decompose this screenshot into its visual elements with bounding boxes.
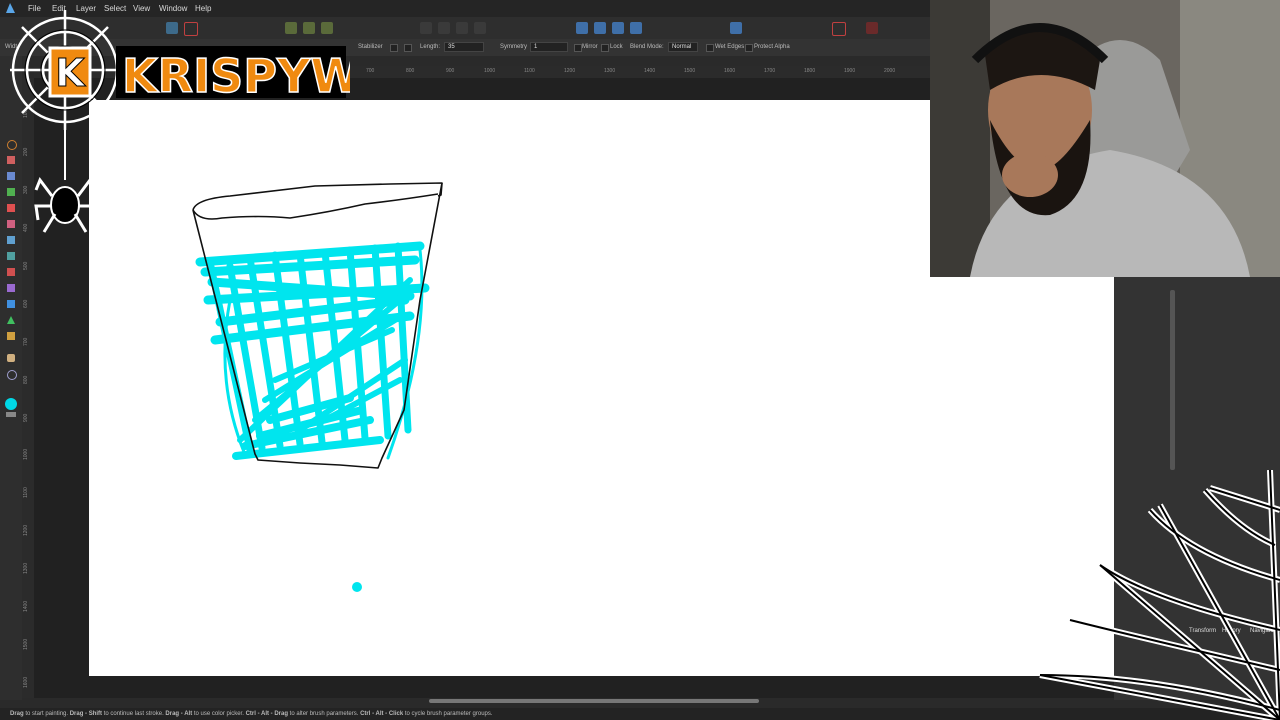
disabled-tool-4-icon[interactable] (474, 22, 486, 34)
ruler-label: 1200 (564, 68, 576, 74)
primary-color-swatch[interactable] (5, 398, 17, 410)
align-left-icon[interactable] (576, 22, 588, 34)
lock-label: Lock (610, 44, 623, 50)
blend-mode-select[interactable]: Normal (668, 42, 698, 52)
krispyw-logo: K KRISPYW (10, 10, 350, 233)
status-hint: to alter brush parameters. (288, 711, 361, 717)
ruler-label: 1600 (23, 676, 29, 688)
color-picker-icon[interactable] (866, 22, 878, 34)
symmetry-label: Symmetry (500, 44, 527, 50)
disabled-tool-2-icon[interactable] (438, 22, 450, 34)
fill-tool-icon[interactable] (7, 300, 15, 308)
ruler-label: 1100 (23, 487, 29, 498)
ruler-label: 1300 (23, 562, 29, 574)
ruler-label: 2000 (884, 68, 896, 74)
ruler-label: 1900 (844, 68, 856, 74)
ruler-label: 1000 (23, 448, 29, 460)
disabled-tool-3-icon[interactable] (456, 22, 468, 34)
ruler-label: 1700 (764, 68, 776, 74)
length-input[interactable]: 35 (444, 42, 484, 52)
status-hint: to use color picker. (192, 711, 246, 717)
ruler-label: 1500 (23, 638, 29, 650)
status-hint: Drag - Shift (69, 711, 103, 717)
horizontal-scrollbar-thumb[interactable] (429, 699, 759, 703)
disabled-tool-1-icon[interactable] (420, 22, 432, 34)
wet-edges-checkbox[interactable] (706, 44, 714, 52)
ruler-label: 1400 (644, 68, 656, 74)
status-hint: Ctrl - Alt - Drag (245, 711, 289, 717)
crop-icon[interactable] (832, 22, 846, 36)
ruler-label: 900 (23, 413, 29, 422)
ruler-label: 1500 (684, 68, 696, 74)
ruler-label: 800 (406, 68, 415, 74)
ruler-label: 500 (23, 261, 29, 270)
pen-tool-icon[interactable] (7, 332, 15, 340)
length-label: Length: (420, 44, 441, 50)
secondary-color-swatch[interactable] (6, 412, 16, 417)
ruler-label: 900 (446, 68, 455, 74)
status-hint: to cycle brush parameter groups. (403, 711, 493, 717)
ruler-label: 1200 (23, 524, 29, 536)
ruler-label: 1300 (604, 68, 616, 74)
zoom-tool-icon[interactable] (7, 370, 17, 380)
status-hint: Drag (10, 711, 24, 717)
logo-text: KRISPYW (122, 49, 350, 103)
ruler-label: 1400 (23, 600, 29, 612)
webcam-overlay (930, 0, 1280, 277)
ruler-label: 1600 (724, 68, 736, 74)
stabilizer-window-icon[interactable] (404, 44, 412, 52)
ruler-label: 1800 (804, 68, 816, 74)
webcam-feed-image (930, 0, 1280, 277)
smudge-tool-icon[interactable] (7, 284, 15, 292)
spider-web-decoration (1039, 470, 1280, 720)
ruler-label: 800 (23, 375, 29, 384)
ruler-label: 1100 (524, 68, 535, 74)
wet-edges-label: Wet Edges (715, 44, 745, 50)
spider-icon (50, 186, 80, 224)
status-hint: Ctrl - Alt - Click (360, 711, 404, 717)
align-center-icon[interactable] (594, 22, 606, 34)
distribute-icon[interactable] (630, 22, 642, 34)
blend-mode-label: Blend Mode: (630, 44, 664, 50)
stabilizer-label: Stabilizer (358, 44, 383, 50)
status-hint: to continue last stroke. (102, 711, 166, 717)
ruler-label: 1000 (484, 68, 496, 74)
lock-checkbox[interactable] (601, 44, 609, 52)
status-hint: Drag - Alt (165, 711, 193, 717)
ruler-label: 600 (23, 299, 29, 308)
shape-tool-icon[interactable] (7, 316, 15, 324)
arrange-icon[interactable] (730, 22, 742, 34)
ruler-label: 700 (366, 68, 375, 74)
hand-tool-icon[interactable] (7, 354, 15, 362)
symmetry-input[interactable]: 1 (530, 42, 568, 52)
protect-alpha-checkbox[interactable] (745, 44, 753, 52)
protect-alpha-label: Protect Alpha (754, 44, 790, 50)
dodge-tool-icon[interactable] (7, 268, 15, 276)
horizontal-scrollbar[interactable] (34, 698, 1114, 704)
mirror-checkbox[interactable] (574, 44, 582, 52)
stabilizer-rope-icon[interactable] (390, 44, 398, 52)
align-right-icon[interactable] (612, 22, 624, 34)
logo-monogram: K (55, 51, 86, 95)
panel-scrollbar[interactable] (1170, 290, 1175, 470)
clone-tool-icon[interactable] (7, 252, 15, 260)
ruler-label: 700 (23, 337, 29, 346)
status-hint: to start painting. (23, 711, 70, 717)
mirror-label: Mirror (582, 44, 598, 50)
